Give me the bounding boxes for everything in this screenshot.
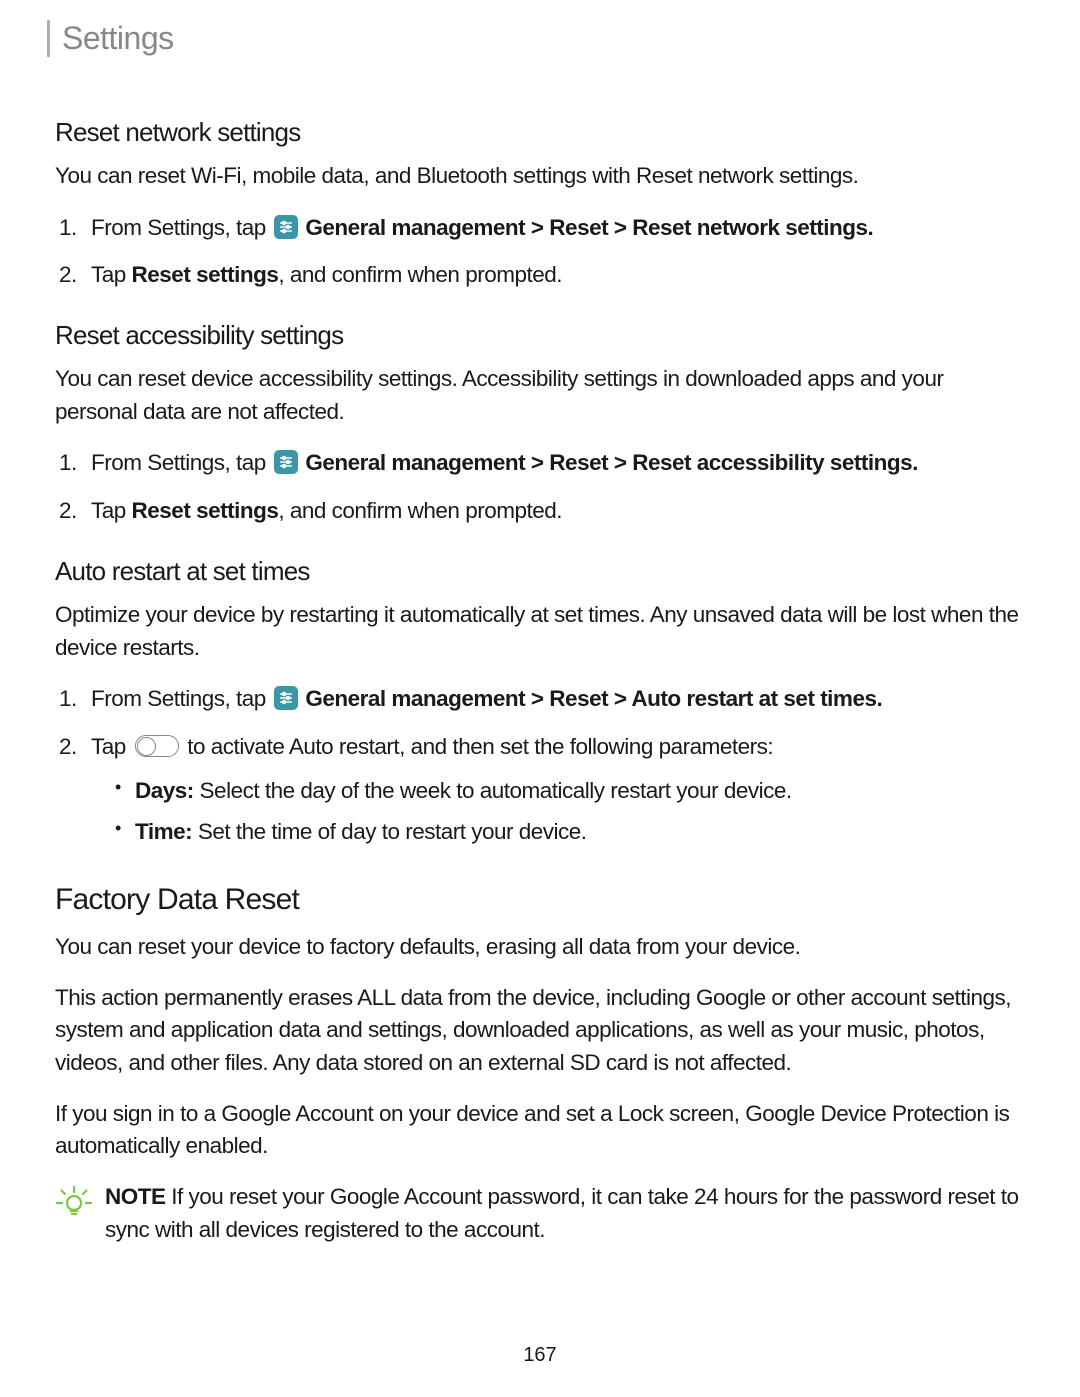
bullet-text: Set the time of day to restart your devi… — [192, 819, 586, 844]
lightbulb-icon — [55, 1183, 93, 1226]
list-item: Days: Select the day of the week to auto… — [123, 774, 1025, 808]
step-bold: Reset settings — [132, 498, 279, 523]
page-header: Settings — [47, 20, 1025, 57]
heading-auto-restart: Auto restart at set times — [55, 556, 1025, 587]
note-block: NOTE If you reset your Google Account pa… — [55, 1181, 1025, 1246]
heading-reset-accessibility: Reset accessibility settings — [55, 320, 1025, 351]
heading-factory-reset: Factory Data Reset — [55, 883, 1025, 917]
list-item: Time: Set the time of day to restart you… — [123, 815, 1025, 849]
step-text: From Settings, tap — [91, 215, 272, 240]
steps-reset-accessibility: From Settings, tap General management > … — [83, 446, 1025, 528]
step-bold: Reset settings — [132, 262, 279, 287]
intro-reset-accessibility: You can reset device accessibility setti… — [55, 363, 1025, 428]
intro-auto-restart: Optimize your device by restarting it au… — [55, 599, 1025, 664]
step-item: From Settings, tap General management > … — [83, 211, 1025, 245]
steps-auto-restart: From Settings, tap General management > … — [83, 682, 1025, 849]
settings-icon — [274, 215, 298, 239]
bullet-bold: Days: — [135, 778, 194, 803]
step-text: , and confirm when prompted. — [278, 498, 562, 523]
step-item: Tap to activate Auto restart, and then s… — [83, 730, 1025, 849]
factory-p3: If you sign in to a Google Account on yo… — [55, 1098, 1025, 1163]
step-text: Tap — [91, 734, 132, 759]
factory-p2: This action permanently erases ALL data … — [55, 982, 1025, 1080]
note-text-body: If you reset your Google Account passwor… — [105, 1184, 1019, 1242]
toggle-icon — [135, 735, 179, 757]
settings-icon — [274, 450, 298, 474]
step-item: Tap Reset settings, and confirm when pro… — [83, 494, 1025, 528]
step-bold: General management > Reset > Auto restar… — [300, 686, 883, 711]
bullet-text: Select the day of the week to automatica… — [194, 778, 792, 803]
settings-icon — [274, 686, 298, 710]
step-text: , and confirm when prompted. — [278, 262, 562, 287]
note-content: NOTE If you reset your Google Account pa… — [105, 1181, 1025, 1246]
step-bold: General management > Reset > Reset netwo… — [300, 215, 874, 240]
step-text: Tap — [91, 498, 132, 523]
step-text: to activate Auto restart, and then set t… — [182, 734, 774, 759]
step-text: From Settings, tap — [91, 450, 272, 475]
factory-p1: You can reset your device to factory def… — [55, 931, 1025, 964]
intro-reset-network: You can reset Wi-Fi, mobile data, and Bl… — [55, 160, 1025, 193]
heading-reset-network: Reset network settings — [55, 117, 1025, 148]
step-text: Tap — [91, 262, 132, 287]
note-label: NOTE — [105, 1184, 166, 1209]
page-number: 167 — [0, 1344, 1080, 1367]
step-item: From Settings, tap General management > … — [83, 682, 1025, 716]
step-text: From Settings, tap — [91, 686, 272, 711]
step-item: Tap Reset settings, and confirm when pro… — [83, 258, 1025, 292]
step-bold: General management > Reset > Reset acces… — [300, 450, 918, 475]
page-title: Settings — [62, 20, 1025, 57]
step-item: From Settings, tap General management > … — [83, 446, 1025, 480]
bullet-bold: Time: — [135, 819, 192, 844]
steps-reset-network: From Settings, tap General management > … — [83, 211, 1025, 293]
sublist-auto-restart: Days: Select the day of the week to auto… — [123, 774, 1025, 850]
